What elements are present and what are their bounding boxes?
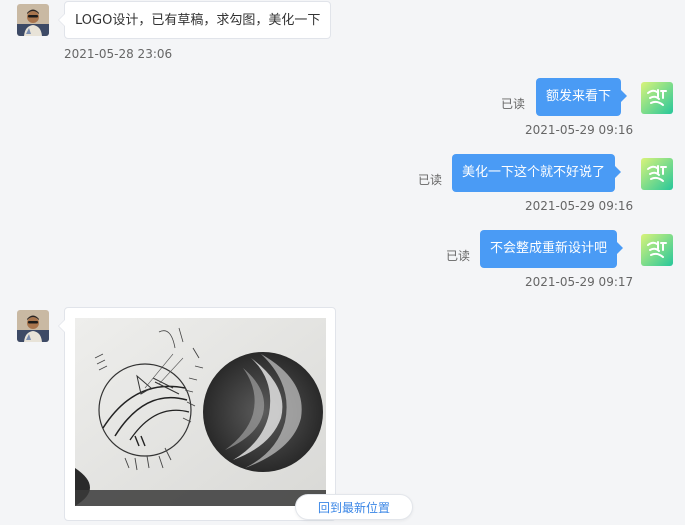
read-status: 已读 xyxy=(446,249,471,263)
customer-avatar-image xyxy=(17,4,49,36)
read-status: 已读 xyxy=(501,97,526,111)
agent-avatar-image xyxy=(641,234,673,266)
message-bubble-outgoing-1[interactable]: 额发来看下 xyxy=(536,78,628,116)
agent-avatar[interactable] xyxy=(641,158,673,190)
message-bubble-incoming-1[interactable]: LOGO设计，已有草稿，求勾图，美化一下 xyxy=(57,1,332,39)
agent-avatar-image xyxy=(641,158,673,190)
message-text: LOGO设计，已有草稿，求勾图，美化一下 xyxy=(75,13,321,28)
agent-avatar-image xyxy=(641,82,673,114)
message-timestamp: 2021-05-29 09:17 xyxy=(525,275,634,289)
customer-avatar-image xyxy=(17,310,49,342)
message-bubble-outgoing-2[interactable]: 美化一下这个就不好说了 xyxy=(452,154,622,192)
agent-avatar[interactable] xyxy=(641,82,673,114)
message-text: 美化一下这个就不好说了 xyxy=(462,165,606,180)
customer-avatar[interactable] xyxy=(17,4,49,36)
back-to-latest-button[interactable]: 回到最新位置 xyxy=(295,494,413,520)
message-timestamp: 2021-05-28 23:06 xyxy=(64,47,173,61)
message-timestamp: 2021-05-29 09:16 xyxy=(525,199,634,213)
read-status: 已读 xyxy=(418,173,443,187)
agent-avatar[interactable] xyxy=(641,234,673,266)
message-bubble-outgoing-3[interactable]: 不会整成重新设计吧 xyxy=(480,230,624,268)
logo-sketch-image[interactable] xyxy=(75,318,326,506)
message-text: 额发来看下 xyxy=(546,89,612,104)
message-text: 不会整成重新设计吧 xyxy=(490,241,608,256)
image-message-bubble[interactable] xyxy=(58,307,336,521)
message-timestamp: 2021-05-29 09:16 xyxy=(525,123,634,137)
customer-avatar[interactable] xyxy=(17,310,49,342)
